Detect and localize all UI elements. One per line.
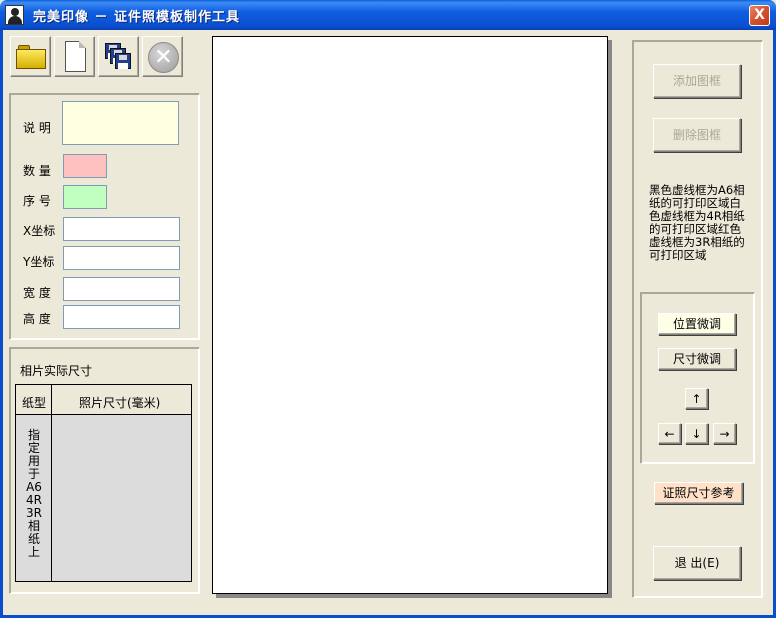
window-title: 完美印像 － 证件照模板制作工具 — [33, 10, 241, 25]
column-photo-size: 照片尺寸(毫米) — [79, 396, 161, 410]
title-bar: 完美印像 － 证件照模板制作工具 X — [0, 0, 776, 30]
position-adjust-button[interactable]: 位置微调 — [658, 313, 736, 335]
window-frame-left — [0, 30, 3, 618]
description-label: 说 明 — [23, 121, 51, 135]
size-table: 纸型 照片尺寸(毫米) 指定用于A6 4R 3R相纸上 — [15, 384, 192, 582]
exit-button[interactable]: 退 出(E) — [653, 546, 741, 580]
quantity-label: 数 量 — [23, 164, 51, 178]
paper-note: 指定用于A6 4R 3R相纸上 — [26, 428, 42, 559]
arrow-up-button[interactable]: ↑ — [685, 388, 708, 409]
serial-field[interactable] — [63, 185, 107, 209]
template-canvas[interactable] — [212, 36, 608, 594]
width-label: 宽 度 — [23, 286, 51, 300]
arrow-left-button[interactable]: ← — [658, 423, 681, 444]
new-button[interactable] — [54, 36, 95, 77]
y-coordinate-field[interactable] — [63, 246, 180, 270]
description-field[interactable] — [62, 101, 179, 145]
actual-size-heading: 相片实际尺寸 — [20, 364, 93, 378]
delete-frame-button[interactable]: 删除图框 — [653, 118, 741, 152]
y-coordinate-label: Y坐标 — [23, 255, 55, 269]
arrow-down-button[interactable]: ↓ — [685, 423, 708, 444]
x-coordinate-field[interactable] — [63, 217, 180, 241]
quantity-field[interactable] — [63, 154, 107, 178]
serial-label: 序 号 — [23, 194, 51, 208]
cancel-button[interactable]: ✕ — [142, 36, 183, 77]
folder-open-icon — [16, 45, 46, 69]
save-button[interactable] — [98, 36, 139, 77]
width-field[interactable] — [63, 277, 180, 301]
height-field[interactable] — [63, 305, 180, 329]
close-button[interactable]: X — [749, 5, 770, 26]
size-adjust-button[interactable]: 尺寸微调 — [658, 348, 736, 370]
table-header: 纸型 照片尺寸(毫米) — [16, 385, 191, 415]
open-button[interactable] — [10, 36, 51, 77]
x-coordinate-label: X坐标 — [23, 224, 56, 238]
app-portrait-icon — [5, 5, 24, 25]
printable-area-note: 黑色虚线框为A6相纸的可打印区域白色虚线框为4R相纸的可打印区域红色虚线框为3R… — [649, 184, 749, 262]
arrow-right-button[interactable]: → — [713, 423, 736, 444]
id-size-reference-button[interactable]: 证照尺寸参考 — [654, 482, 743, 504]
height-label: 高 度 — [23, 312, 51, 326]
column-divider — [51, 385, 52, 581]
cancel-circle-icon: ✕ — [148, 42, 179, 73]
add-frame-button[interactable]: 添加图框 — [653, 64, 741, 98]
column-paper-type: 纸型 — [22, 396, 47, 410]
new-document-icon — [65, 41, 86, 72]
